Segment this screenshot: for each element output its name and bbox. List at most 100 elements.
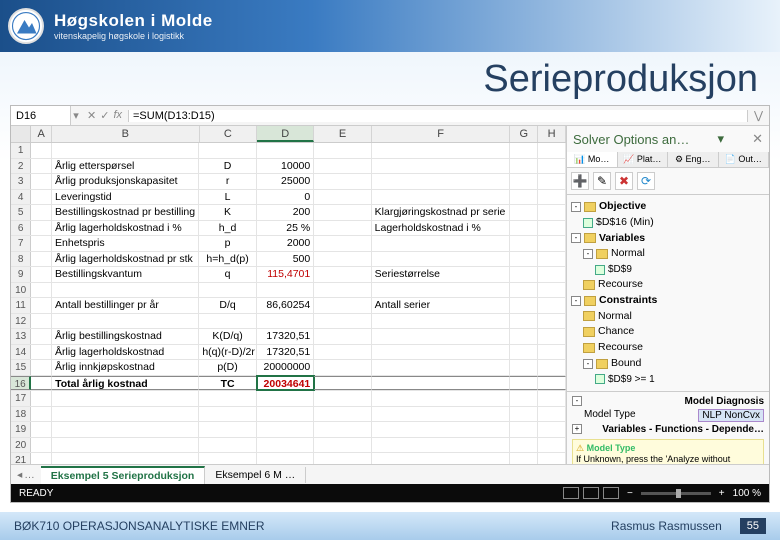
cell[interactable] xyxy=(314,252,371,267)
row-header[interactable]: 17 xyxy=(11,391,31,406)
cell[interactable] xyxy=(31,422,52,437)
cell[interactable] xyxy=(257,143,314,158)
cell[interactable] xyxy=(510,283,538,298)
row-header[interactable]: 3 xyxy=(11,174,31,189)
cell[interactable]: Leveringstid xyxy=(52,190,199,205)
row-header[interactable]: 14 xyxy=(11,345,31,360)
cell[interactable]: 200 xyxy=(257,205,314,220)
solver-tab-platform[interactable]: 📈 Plat… xyxy=(618,152,669,167)
close-icon[interactable]: ✕ xyxy=(752,131,763,147)
cell[interactable]: 20000000 xyxy=(257,360,314,375)
cell[interactable] xyxy=(314,376,371,391)
cell[interactable] xyxy=(510,190,538,205)
cell[interactable] xyxy=(510,221,538,236)
tree-objective[interactable]: -Objective xyxy=(571,199,765,215)
row-header[interactable]: 7 xyxy=(11,236,31,251)
cell[interactable] xyxy=(372,391,510,406)
cell[interactable] xyxy=(31,314,52,329)
cell[interactable] xyxy=(199,283,256,298)
row-header[interactable]: 5 xyxy=(11,205,31,220)
cell[interactable] xyxy=(314,422,371,437)
cell[interactable]: Årlig innkjøpskostnad xyxy=(52,360,199,375)
cell[interactable] xyxy=(538,205,566,220)
tree-vars-normal[interactable]: -Normal xyxy=(571,246,765,262)
cell[interactable]: Antall serier xyxy=(372,298,510,313)
cell[interactable]: p xyxy=(199,236,256,251)
row-header[interactable]: 8 xyxy=(11,252,31,267)
cell[interactable] xyxy=(538,345,566,360)
cell[interactable] xyxy=(314,407,371,422)
cancel-icon[interactable]: ✕ xyxy=(87,109,96,122)
cell[interactable] xyxy=(314,360,371,375)
cell[interactable] xyxy=(31,391,52,406)
cell[interactable]: p(D) xyxy=(199,360,256,375)
cell[interactable] xyxy=(314,143,371,158)
row-header[interactable]: 10 xyxy=(11,283,31,298)
cell[interactable]: D xyxy=(199,159,256,174)
cell[interactable] xyxy=(510,360,538,375)
view-normal-icon[interactable] xyxy=(563,487,579,499)
cell[interactable] xyxy=(31,190,52,205)
cell[interactable] xyxy=(314,236,371,251)
tree-cons-recourse[interactable]: Recourse xyxy=(571,340,765,356)
tree-bound-cell[interactable]: $D$9 >= 1 xyxy=(571,372,765,387)
cell[interactable] xyxy=(538,422,566,437)
zoom-out-icon[interactable]: − xyxy=(627,488,633,499)
row-header[interactable]: 16 xyxy=(11,376,31,391)
cell[interactable]: D/q xyxy=(199,298,256,313)
cell[interactable] xyxy=(538,159,566,174)
cell[interactable] xyxy=(52,453,199,464)
cell[interactable] xyxy=(538,298,566,313)
cell[interactable] xyxy=(314,314,371,329)
tree-cons-bound[interactable]: -Bound xyxy=(571,356,765,372)
cell[interactable] xyxy=(314,267,371,282)
cell[interactable] xyxy=(199,407,256,422)
cell[interactable] xyxy=(31,376,52,391)
cell[interactable]: Seriestørrelse xyxy=(372,267,510,282)
cell[interactable] xyxy=(538,407,566,422)
col-header[interactable]: B xyxy=(52,126,200,142)
col-header[interactable]: E xyxy=(314,126,371,142)
cell[interactable] xyxy=(52,391,199,406)
cell[interactable]: 0 xyxy=(257,190,314,205)
row-header[interactable]: 21 xyxy=(11,453,31,464)
cell[interactable] xyxy=(538,391,566,406)
cell[interactable]: K(D/q) xyxy=(199,329,256,344)
cell[interactable] xyxy=(31,329,52,344)
solver-tab-model[interactable]: 📊 Mo… xyxy=(567,152,618,167)
cell[interactable] xyxy=(538,376,566,391)
cell[interactable] xyxy=(52,407,199,422)
cell[interactable] xyxy=(510,267,538,282)
cell[interactable] xyxy=(510,298,538,313)
cell[interactable]: 25000 xyxy=(257,174,314,189)
sheet-tab-next[interactable]: Eksempel 6 M … xyxy=(205,467,306,483)
cell[interactable] xyxy=(314,283,371,298)
cell[interactable] xyxy=(257,438,314,453)
row-header[interactable]: 11 xyxy=(11,298,31,313)
cell[interactable] xyxy=(31,453,52,464)
cell[interactable] xyxy=(31,159,52,174)
row-header[interactable]: 9 xyxy=(11,267,31,282)
zoom-in-icon[interactable]: + xyxy=(719,488,725,499)
cell[interactable] xyxy=(199,422,256,437)
cell[interactable] xyxy=(199,391,256,406)
col-header[interactable]: H xyxy=(538,126,566,142)
cell[interactable]: K xyxy=(199,205,256,220)
col-header[interactable]: C xyxy=(200,126,257,142)
cell[interactable]: Årlig lagerholdskostnad i % xyxy=(52,221,199,236)
cell[interactable] xyxy=(372,360,510,375)
row-header[interactable]: 6 xyxy=(11,221,31,236)
cell[interactable] xyxy=(372,329,510,344)
cell[interactable] xyxy=(31,360,52,375)
fx-icon[interactable]: fx xyxy=(113,109,122,122)
zoom-level[interactable]: 100 % xyxy=(733,488,761,499)
cell[interactable] xyxy=(31,267,52,282)
col-header[interactable]: G xyxy=(510,126,538,142)
cell[interactable] xyxy=(510,236,538,251)
cell[interactable]: h_d xyxy=(199,221,256,236)
cell[interactable] xyxy=(314,221,371,236)
row-header[interactable]: 18 xyxy=(11,407,31,422)
cell[interactable] xyxy=(538,453,566,464)
cell[interactable] xyxy=(538,314,566,329)
cell[interactable] xyxy=(538,174,566,189)
